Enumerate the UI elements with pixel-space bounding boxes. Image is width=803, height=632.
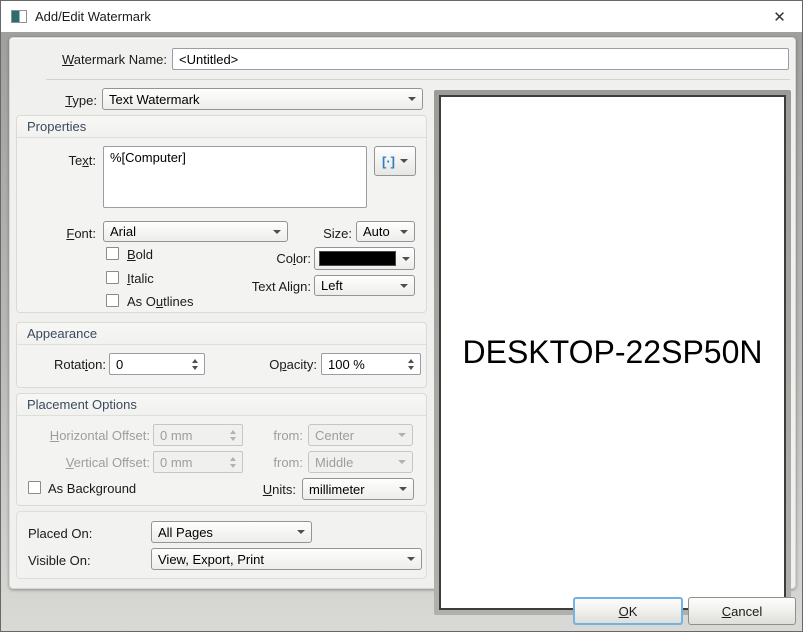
properties-caption: Properties — [17, 116, 426, 138]
spin-up-icon — [230, 430, 236, 434]
as-outlines-checkbox[interactable] — [106, 294, 119, 307]
macro-button[interactable]: [·] — [374, 146, 416, 176]
italic-checkbox[interactable] — [106, 271, 119, 284]
visible-on-label: Visible On: — [28, 553, 91, 568]
vertical-from-select: Middle — [308, 451, 413, 473]
cancel-button[interactable]: Cancel — [688, 597, 796, 625]
preview-pane: DESKTOP-22SP50N — [434, 90, 791, 615]
watermark-name-input[interactable]: <Untitled> — [172, 48, 789, 70]
opacity-input[interactable]: 100 % — [321, 353, 421, 375]
app-icon — [11, 10, 27, 23]
chevron-down-icon — [407, 557, 415, 561]
spin-up-icon — [230, 457, 236, 461]
add-edit-watermark-dialog: Add/Edit Watermark ✕ Watermark Name: <Un… — [0, 0, 803, 632]
type-label: Type: — [10, 93, 97, 108]
color-select[interactable] — [314, 247, 415, 270]
spin-down-icon[interactable] — [192, 366, 198, 370]
spin-down-icon — [230, 437, 236, 441]
chevron-down-icon — [297, 530, 305, 534]
text-align-select[interactable]: Left — [314, 275, 415, 296]
color-swatch — [319, 251, 396, 266]
opacity-label: Opacity: — [217, 357, 317, 372]
chevron-down-icon — [400, 230, 408, 234]
from-label: from: — [255, 428, 303, 443]
macro-icon: [·] — [382, 154, 395, 169]
horizontal-offset-input: 0 mm — [153, 424, 243, 446]
spin-down-icon — [230, 464, 236, 468]
font-label: Font: — [17, 226, 96, 241]
ok-button[interactable]: OK — [573, 597, 683, 625]
size-label: Size: — [257, 226, 352, 241]
visible-on-select[interactable]: View, Export, Print — [151, 548, 422, 570]
properties-group: Properties Text: %[Computer] [·] Font: A… — [16, 115, 427, 313]
text-input[interactable]: %[Computer] — [103, 146, 367, 208]
bold-checkbox[interactable] — [106, 247, 119, 260]
rotation-label: Rotation: — [17, 357, 106, 372]
color-label: Color: — [167, 251, 311, 266]
spin-up-icon[interactable] — [192, 359, 198, 363]
watermark-name-label: Watermark Name: — [10, 52, 167, 67]
as-outlines-label[interactable]: As Outlines — [127, 294, 194, 309]
close-button[interactable]: ✕ — [757, 1, 802, 32]
chevron-down-icon — [400, 284, 408, 288]
italic-label[interactable]: Italic — [127, 271, 154, 286]
content-panel: Watermark Name: <Untitled> Type: Text Wa… — [9, 37, 796, 589]
horizontal-offset-label: Horizontal Offset: — [17, 428, 150, 443]
window-title: Add/Edit Watermark — [35, 9, 151, 24]
bold-label[interactable]: Bold — [127, 247, 153, 262]
text-align-label: Text Align: — [167, 279, 311, 294]
from-label: from: — [255, 455, 303, 470]
type-select[interactable]: Text Watermark — [102, 88, 423, 110]
chevron-down-icon — [398, 433, 406, 437]
titlebar: Add/Edit Watermark ✕ — [1, 1, 802, 32]
appearance-group: Appearance Rotation: 0 Opacity: 100 % — [16, 322, 427, 388]
spin-down-icon[interactable] — [408, 366, 414, 370]
spin-up-icon[interactable] — [408, 359, 414, 363]
watermark-preview-text: DESKTOP-22SP50N — [463, 334, 763, 371]
rotation-input[interactable]: 0 — [109, 353, 205, 375]
placement-options-group: Placement Options Horizontal Offset: 0 m… — [16, 393, 427, 506]
horizontal-from-select: Center — [308, 424, 413, 446]
chevron-down-icon — [399, 487, 407, 491]
pages-section: Placed On: All Pages Visible On: View, E… — [16, 511, 427, 579]
placed-on-label: Placed On: — [28, 526, 92, 541]
units-select[interactable]: millimeter — [302, 478, 414, 500]
appearance-caption: Appearance — [17, 323, 426, 345]
text-label: Text: — [17, 153, 96, 168]
preview-page: DESKTOP-22SP50N — [439, 95, 786, 610]
vertical-offset-input: 0 mm — [153, 451, 243, 473]
chevron-down-icon — [398, 460, 406, 464]
as-background-label[interactable]: As Background — [48, 481, 136, 496]
size-select[interactable]: Auto — [356, 221, 415, 242]
close-icon: ✕ — [773, 8, 786, 26]
vertical-offset-label: Vertical Offset: — [17, 455, 150, 470]
chevron-down-icon — [402, 257, 410, 261]
placed-on-select[interactable]: All Pages — [151, 521, 312, 543]
as-background-checkbox[interactable] — [28, 481, 41, 494]
chevron-down-icon — [400, 159, 408, 163]
divider — [46, 79, 790, 80]
chevron-down-icon — [408, 97, 416, 101]
placement-options-caption: Placement Options — [17, 394, 426, 416]
units-label: Units: — [222, 482, 296, 497]
